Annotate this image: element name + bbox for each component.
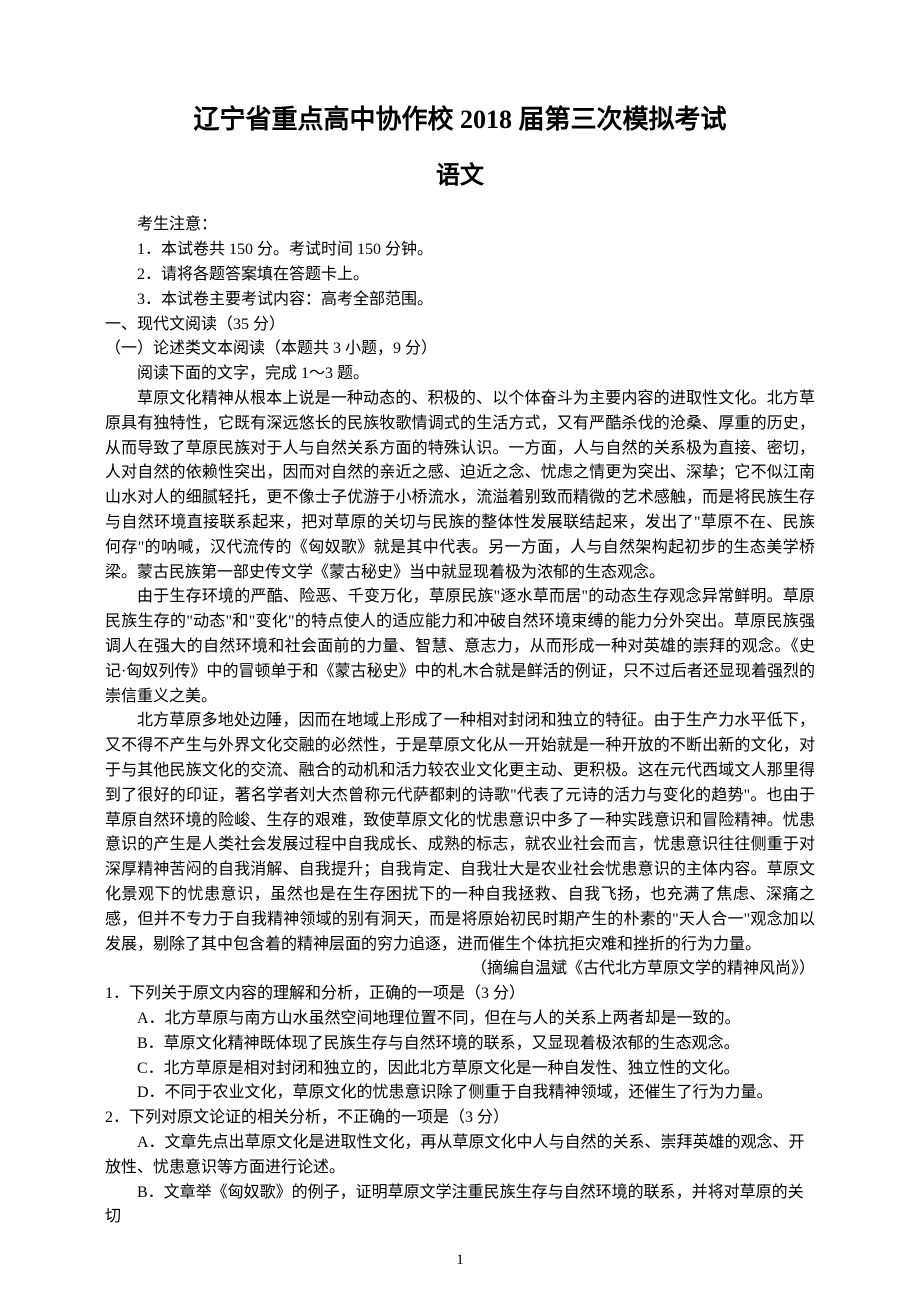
passage-paragraph-2: 由于生存环境的严酷、险恶、千变万化，草原民族"逐水草而居"的动态生存观念异常鲜明…	[105, 585, 815, 709]
exam-title-main: 辽宁省重点高中协作校 2018 届第三次模拟考试	[105, 100, 815, 140]
question-1-option-c: C．北方草原是相对封闭和独立的，因此北方草原文化是一种自发性、独立性的文化。	[105, 1057, 815, 1082]
question-2-option-b: B．文章举《匈奴歌》的例子，证明草原文学注重民族生存与自然环境的联系，并将对草原…	[105, 1181, 815, 1231]
question-1-option-d: D．不同于农业文化，草原文化的忧患意识除了侧重于自我精神领域，还催生了行为力量。	[105, 1081, 815, 1106]
reading-instruction: 阅读下面的文字，完成 1～3 题。	[105, 362, 815, 387]
notice-item-1: 1．本试卷共 150 分。考试时间 150 分钟。	[105, 238, 815, 263]
question-1-option-b: B．草原文化精神既体现了民族生存与自然环境的联系，又显现着极浓郁的生态观念。	[105, 1032, 815, 1057]
notice-item-3: 3．本试卷主要考试内容：高考全部范围。	[105, 288, 815, 313]
passage-paragraph-1: 草原文化精神从根本上说是一种动态的、积极的、以个体奋斗为主要内容的进取性文化。北…	[105, 387, 815, 585]
exam-title-subject: 语文	[105, 158, 815, 195]
section-heading: 一、现代文阅读（35 分）	[105, 313, 815, 338]
page-number: 1	[0, 1249, 920, 1272]
notice-label: 考生注意：	[105, 213, 815, 238]
subsection-heading: （一）论述类文本阅读（本题共 3 小题，9 分）	[105, 337, 815, 362]
notice-item-2: 2．请将各题答案填在答题卡上。	[105, 263, 815, 288]
question-2-option-a: A．文章先点出草原文化是进取性文化，再从草原文化中人与自然的关系、崇拜英雄的观念…	[105, 1131, 815, 1181]
passage-citation: （摘编自温斌《古代北方草原文学的精神风尚》）	[105, 957, 815, 982]
question-1-option-a: A．北方草原与南方山水虽然空间地理位置不同，但在与人的关系上两者却是一致的。	[105, 1007, 815, 1032]
question-1-stem: 1．下列关于原文内容的理解和分析，正确的一项是（3 分）	[105, 982, 815, 1007]
question-2-stem: 2．下列对原文论证的相关分析，不正确的一项是（3 分）	[105, 1106, 815, 1131]
passage-paragraph-3: 北方草原多地处边陲，因而在地域上形成了一种相对封闭和独立的特征。由于生产力水平低…	[105, 709, 815, 957]
